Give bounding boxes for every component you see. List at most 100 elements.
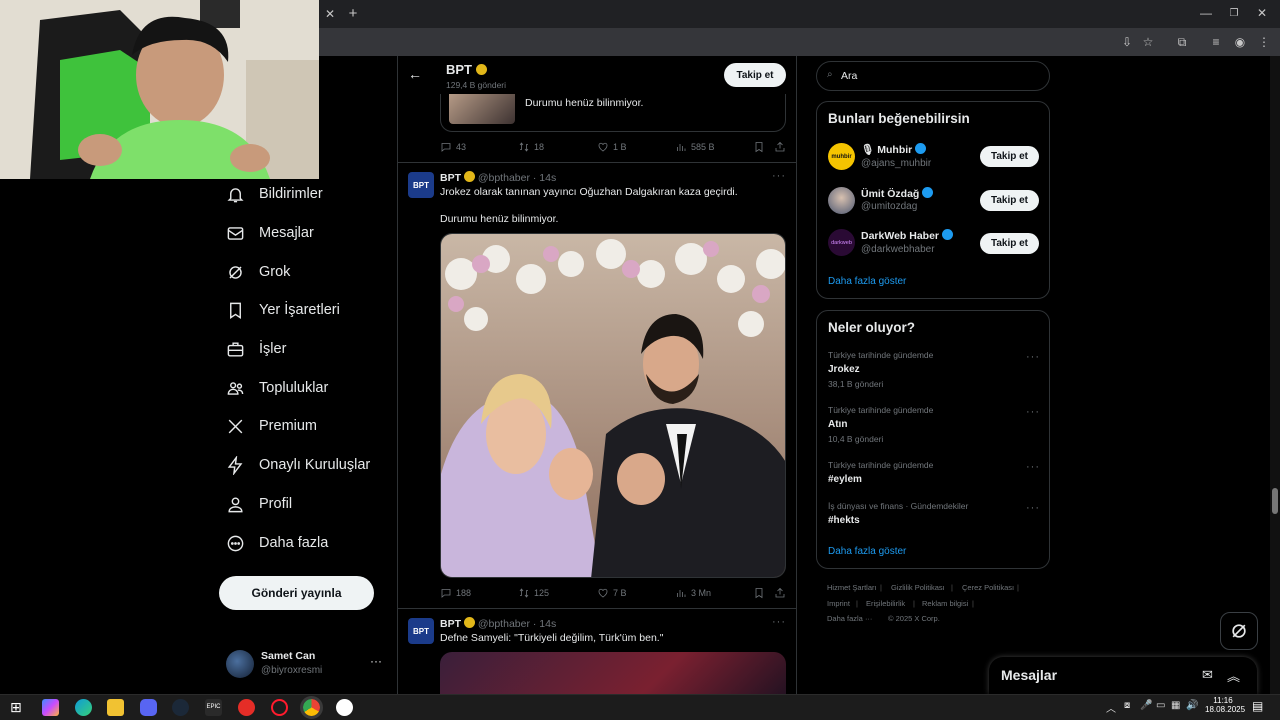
- page-scrollbar[interactable]: [1270, 56, 1280, 694]
- reply-action[interactable]: 188: [440, 587, 471, 599]
- discord-icon[interactable]: [140, 699, 157, 716]
- copilot-icon[interactable]: [42, 699, 59, 716]
- tray-chevron-icon[interactable]: ︿: [1106, 700, 1116, 715]
- bookmark-action[interactable]: [753, 141, 765, 153]
- repost-action[interactable]: 125: [518, 587, 549, 599]
- edge-icon[interactable]: [75, 699, 92, 716]
- repost-action[interactable]: 18: [518, 141, 544, 153]
- footer-link[interactable]: Hizmet Şartları: [827, 583, 877, 592]
- trend-item[interactable]: Türkiye tarihinde gündemde #eylem ···: [817, 459, 1049, 491]
- trend-more-icon[interactable]: ···: [1026, 502, 1040, 514]
- darkweb-avatar[interactable]: darkweb: [828, 229, 855, 256]
- nav-item-notifications[interactable]: Bildirimler: [226, 176, 323, 212]
- microphone-icon[interactable]: 🎤: [1140, 700, 1152, 711]
- share-action[interactable]: [774, 141, 786, 153]
- windows-start-icon[interactable]: ⊞: [10, 699, 27, 716]
- user3-handle[interactable]: @darkwebhaber: [861, 244, 935, 255]
- messages-dock[interactable]: Mesajlar ✉ ︽: [989, 657, 1257, 694]
- extensions-icon[interactable]: ⧉: [1172, 32, 1192, 52]
- reply-action[interactable]: 43: [440, 141, 466, 153]
- footer-link[interactable]: Gizlilik Politikası: [891, 583, 945, 592]
- share-action[interactable]: [774, 587, 786, 599]
- network-icon[interactable]: ▦: [1171, 700, 1180, 711]
- nav-item-jobs[interactable]: İşler: [226, 331, 286, 367]
- obs-icon[interactable]: [336, 699, 353, 716]
- media-icon[interactable]: ≡: [1206, 32, 1226, 52]
- clock[interactable]: 11:16 18.08.2025: [1205, 696, 1245, 714]
- tweet1-name[interactable]: BPT: [440, 172, 461, 184]
- close-tab-icon[interactable]: ✕: [320, 4, 340, 24]
- tweet2-photo[interactable]: [440, 652, 786, 694]
- trend-item[interactable]: Türkiye tarihinde gündemde Jrokez 38,1 B…: [817, 349, 1049, 395]
- nav-item-verified-orgs[interactable]: Onaylı Kuruluşlar: [226, 447, 370, 483]
- account-switcher[interactable]: Samet Can @biyroxresmi ···: [226, 648, 386, 682]
- notification-icon[interactable]: ▤: [1252, 699, 1263, 713]
- footer-link[interactable]: Çerez Politikası: [962, 583, 1014, 592]
- bookmark-star-icon[interactable]: ☆: [1138, 32, 1158, 52]
- tweet2-time[interactable]: · 14s: [533, 618, 556, 630]
- display-icon[interactable]: ▭: [1156, 700, 1165, 711]
- steam-icon[interactable]: [172, 699, 189, 716]
- tweet1-time[interactable]: · 14s: [533, 172, 556, 184]
- nav-item-messages[interactable]: Mesajlar: [226, 215, 314, 251]
- trend-more-icon[interactable]: ···: [1026, 351, 1040, 363]
- user1-handle[interactable]: @ajans_muhbir: [861, 158, 931, 169]
- nav-item-premium[interactable]: Premium: [226, 408, 317, 444]
- trend-item[interactable]: Türkiye tarihinde gündemde Atın 10,4 B g…: [817, 404, 1049, 450]
- header-follow-button[interactable]: Takip et: [724, 63, 786, 87]
- user2-name-row[interactable]: Ümit Özdağ: [861, 187, 934, 200]
- nav-item-communities[interactable]: Topluluklar: [226, 370, 328, 406]
- trend-more-icon[interactable]: ···: [1026, 461, 1040, 473]
- search-input[interactable]: Ara: [841, 70, 857, 82]
- umit-avatar[interactable]: [828, 187, 855, 214]
- profile-icon[interactable]: ◉: [1230, 32, 1250, 52]
- tweet2-more-icon[interactable]: ···: [772, 616, 786, 628]
- grok-float-button[interactable]: [1220, 612, 1258, 650]
- trend-more-icon[interactable]: ···: [1026, 406, 1040, 418]
- user3-name-row[interactable]: DarkWeb Haber: [861, 229, 953, 242]
- nav-item-more[interactable]: Daha fazla: [226, 525, 328, 561]
- muhbir-avatar[interactable]: muhbir: [828, 143, 855, 170]
- footer-link[interactable]: Erişilebilirlik: [866, 599, 905, 608]
- scrollbar-thumb[interactable]: [1272, 488, 1278, 514]
- trends-show-more[interactable]: Daha fazla göster: [828, 546, 906, 557]
- record-app-icon[interactable]: [238, 699, 255, 716]
- collapse-up-icon[interactable]: ︽: [1227, 666, 1240, 685]
- bpt-avatar[interactable]: BPT: [408, 172, 434, 198]
- nav-item-grok[interactable]: Grok: [226, 254, 290, 290]
- minimize-icon[interactable]: —: [1196, 3, 1216, 23]
- account-more-icon[interactable]: ···: [370, 654, 382, 668]
- follow-button[interactable]: Takip et: [980, 146, 1039, 167]
- search-box[interactable]: ⌕ Ara: [816, 61, 1050, 91]
- nav-item-profile[interactable]: Profil: [226, 486, 292, 522]
- footer-link[interactable]: Reklam bilgisi: [922, 599, 968, 608]
- bpt-avatar[interactable]: BPT: [408, 618, 434, 644]
- quoted-tweet[interactable]: Durumu henüz bilinmiyor.: [440, 94, 786, 132]
- tweet2-name[interactable]: BPT: [440, 618, 461, 630]
- new-tab-button[interactable]: +: [343, 3, 363, 23]
- nav-item-bookmarks[interactable]: Yer İşaretleri: [226, 292, 340, 328]
- trend-item[interactable]: İş dünyası ve finans · Gündemdekiler #he…: [817, 500, 1049, 532]
- tweet1-more-icon[interactable]: ···: [772, 170, 786, 182]
- tray-app-icon[interactable]: ⧇: [1124, 700, 1130, 711]
- user1-name-row[interactable]: 🎙 Muhbir: [861, 143, 927, 156]
- tweet2-handle[interactable]: @bpthaber: [478, 618, 530, 630]
- bookmark-action[interactable]: [753, 587, 765, 599]
- like-action[interactable]: 1 B: [597, 141, 627, 153]
- footer-more-link[interactable]: Daha fazla ···: [827, 614, 872, 623]
- views-action[interactable]: 3 Mn: [675, 587, 711, 599]
- follow-button[interactable]: Takip et: [980, 190, 1039, 211]
- post-button[interactable]: Gönderi yayınla: [219, 576, 374, 610]
- follow-button[interactable]: Takip et: [980, 233, 1039, 254]
- suggestions-show-more[interactable]: Daha fazla göster: [828, 276, 906, 287]
- back-arrow-icon[interactable]: ←: [408, 66, 422, 82]
- tweet1-photo[interactable]: [440, 233, 786, 578]
- file-explorer-icon[interactable]: [107, 699, 124, 716]
- new-message-icon[interactable]: ✉: [1202, 667, 1213, 683]
- chrome-icon[interactable]: [300, 696, 323, 719]
- views-action[interactable]: 585 B: [675, 141, 715, 153]
- volume-icon[interactable]: 🔊: [1186, 700, 1198, 711]
- footer-link[interactable]: Imprint: [827, 599, 850, 608]
- menu-icon[interactable]: ⋮: [1254, 32, 1274, 52]
- opera-icon[interactable]: [271, 699, 288, 716]
